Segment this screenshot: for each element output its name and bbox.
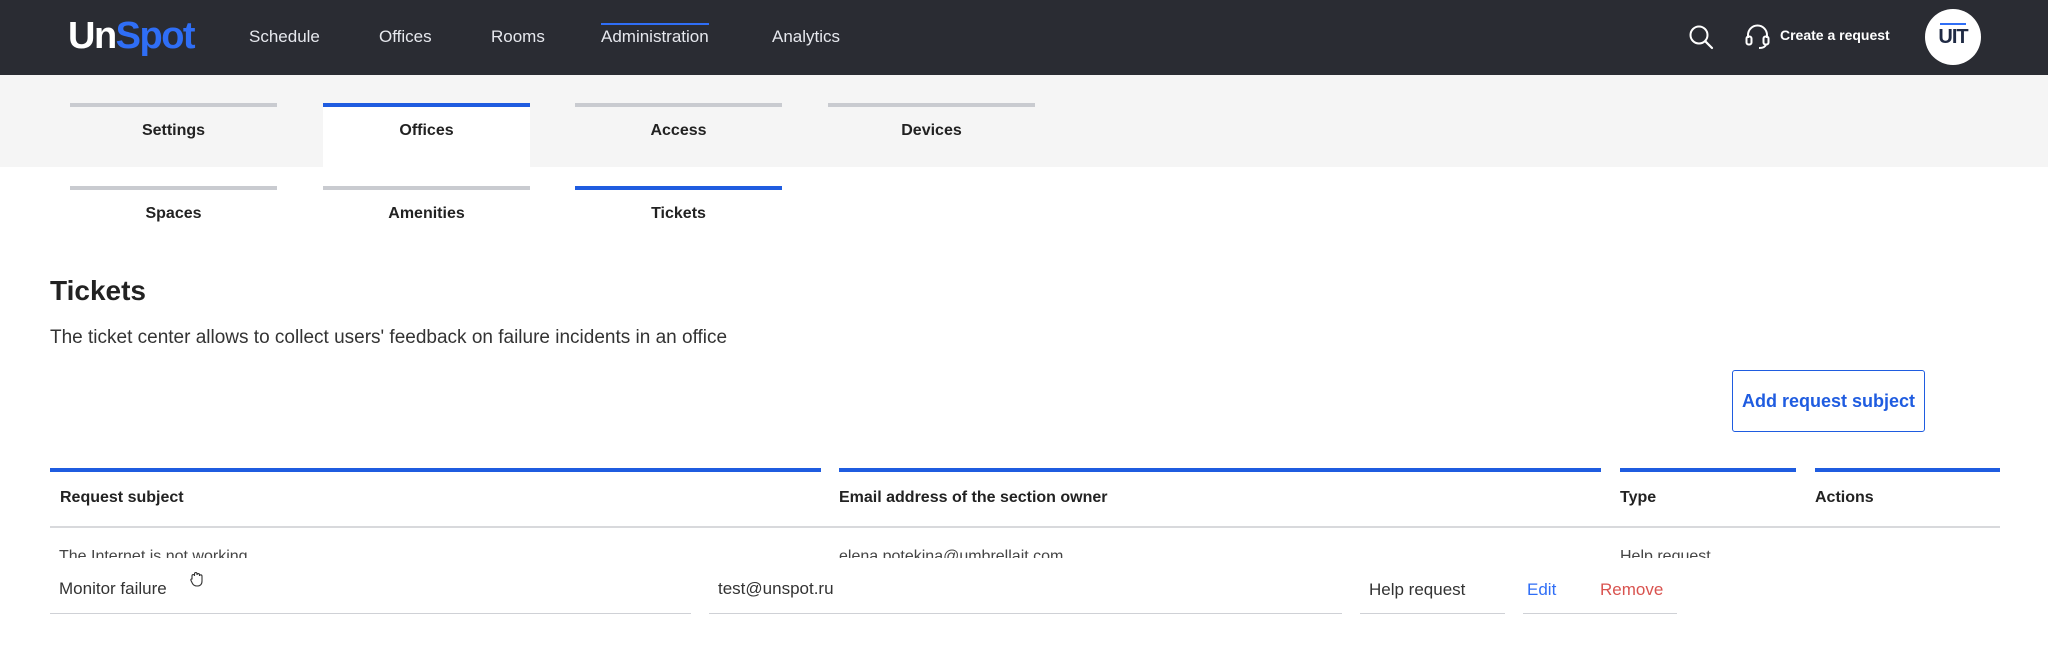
subtab-label: Tickets bbox=[651, 205, 706, 222]
subtab-indicator bbox=[575, 186, 782, 190]
tab-devices[interactable]: Devices bbox=[828, 103, 1035, 167]
nav-administration[interactable]: Administration bbox=[601, 23, 709, 48]
subject-input-cell bbox=[50, 566, 691, 614]
tab-offices[interactable]: Offices bbox=[323, 103, 530, 167]
tab-label: Access bbox=[650, 122, 707, 139]
nav-offices[interactable]: Offices bbox=[379, 26, 432, 48]
page-title: Tickets bbox=[50, 275, 146, 306]
grab-hand-icon bbox=[190, 571, 203, 587]
tab-indicator bbox=[323, 103, 530, 107]
subtab-spaces[interactable]: Spaces bbox=[70, 186, 277, 234]
column-header-bar bbox=[1620, 468, 1796, 472]
subtab-amenities[interactable]: Amenities bbox=[323, 186, 530, 234]
logo-part-un: Un bbox=[68, 15, 117, 57]
column-header-email[interactable]: Email address of the section owner bbox=[839, 468, 1601, 526]
column-header-type[interactable]: Type bbox=[1620, 468, 1796, 526]
page-description: The ticket center allows to collect user… bbox=[50, 327, 728, 348]
create-request-label: Create a request bbox=[1780, 27, 1890, 43]
column-header-actions: Actions bbox=[1815, 468, 2000, 526]
tab-label: Devices bbox=[901, 122, 962, 139]
tab-settings[interactable]: Settings bbox=[70, 103, 277, 167]
tab-indicator bbox=[828, 103, 1035, 107]
nav-rooms[interactable]: Rooms bbox=[491, 26, 545, 48]
column-header-label: Email address of the section owner bbox=[839, 489, 1108, 506]
column-header-bar bbox=[1815, 468, 2000, 472]
tab-indicator bbox=[575, 103, 782, 107]
avatar[interactable]: UIT bbox=[1925, 9, 1981, 65]
unspot-logo[interactable]: UnSpot bbox=[68, 12, 196, 60]
nav-analytics[interactable]: Analytics bbox=[772, 26, 840, 48]
column-header-bar bbox=[839, 468, 1601, 472]
remove-link[interactable]: Remove bbox=[1600, 580, 1663, 600]
column-header-label: Actions bbox=[1815, 489, 1874, 506]
add-request-subject-button[interactable]: Add request subject bbox=[1732, 370, 1925, 432]
type-cell[interactable]: Help request bbox=[1360, 566, 1505, 614]
column-header-label: Request subject bbox=[60, 489, 184, 506]
owner-email-input[interactable] bbox=[709, 566, 1342, 612]
subtab-label: Amenities bbox=[388, 205, 465, 222]
tab-label: Offices bbox=[399, 122, 454, 139]
subtab-indicator bbox=[323, 186, 530, 190]
column-header-label: Type bbox=[1620, 489, 1657, 506]
table-row[interactable]: Help request Edit Remove bbox=[0, 558, 2048, 646]
top-navigation-bar: UnSpot Schedule Offices Rooms Administra… bbox=[0, 0, 2048, 75]
logo-part-spot: Spot bbox=[115, 15, 196, 57]
subtab-tickets[interactable]: Tickets bbox=[575, 186, 782, 234]
table-header-divider bbox=[50, 526, 2000, 528]
tab-access[interactable]: Access bbox=[575, 103, 782, 167]
avatar-accent-bar bbox=[1940, 23, 1966, 25]
table-row-subject: The Internet is not working bbox=[59, 548, 248, 558]
column-header-request-subject[interactable]: Request subject bbox=[50, 468, 821, 526]
search-icon[interactable] bbox=[1688, 24, 1714, 50]
headset-icon bbox=[1745, 24, 1770, 49]
tab-indicator bbox=[70, 103, 277, 107]
edit-link[interactable]: Edit bbox=[1527, 580, 1556, 600]
type-value: Help request bbox=[1369, 580, 1466, 599]
table-row-email: elena.potekina@umbrellait.com bbox=[839, 548, 1064, 558]
subtab-label: Spaces bbox=[145, 205, 202, 222]
tab-label: Settings bbox=[141, 122, 206, 139]
table-row-type: Help request bbox=[1620, 548, 1711, 558]
request-subject-input[interactable] bbox=[50, 566, 691, 612]
column-header-bar bbox=[50, 468, 821, 472]
email-input-cell bbox=[709, 566, 1342, 614]
subtab-indicator bbox=[70, 186, 277, 190]
nav-schedule[interactable]: Schedule bbox=[249, 26, 320, 48]
avatar-initials: UIT bbox=[1938, 26, 1968, 48]
